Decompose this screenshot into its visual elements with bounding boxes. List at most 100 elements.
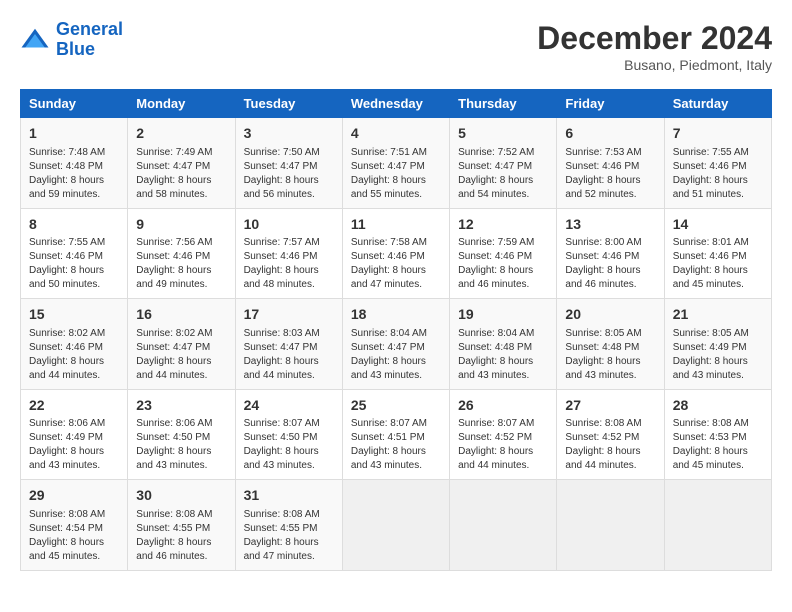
calendar-table: SundayMondayTuesdayWednesdayThursdayFrid… [20, 89, 772, 571]
day-info: Sunrise: 8:08 AMSunset: 4:52 PMDaylight:… [565, 417, 655, 473]
day-info: Sunrise: 7:52 AMSunset: 4:47 PMDaylight:… [458, 146, 548, 202]
day-number: 24 [244, 396, 334, 416]
day-info: Sunrise: 7:59 AMSunset: 4:46 PMDaylight:… [458, 236, 548, 292]
calendar-cell: 21Sunrise: 8:05 AMSunset: 4:49 PMDayligh… [664, 299, 771, 390]
calendar-cell: 5Sunrise: 7:52 AMSunset: 4:47 PMDaylight… [450, 118, 557, 209]
calendar-cell: 15Sunrise: 8:02 AMSunset: 4:46 PMDayligh… [21, 299, 128, 390]
column-header-monday: Monday [128, 90, 235, 118]
header-row: SundayMondayTuesdayWednesdayThursdayFrid… [21, 90, 772, 118]
column-header-tuesday: Tuesday [235, 90, 342, 118]
calendar-week-3: 15Sunrise: 8:02 AMSunset: 4:46 PMDayligh… [21, 299, 772, 390]
day-info: Sunrise: 7:58 AMSunset: 4:46 PMDaylight:… [351, 236, 441, 292]
calendar-cell: 9Sunrise: 7:56 AMSunset: 4:46 PMDaylight… [128, 208, 235, 299]
calendar-cell: 6Sunrise: 7:53 AMSunset: 4:46 PMDaylight… [557, 118, 664, 209]
calendar-cell: 7Sunrise: 7:55 AMSunset: 4:46 PMDaylight… [664, 118, 771, 209]
calendar-cell: 24Sunrise: 8:07 AMSunset: 4:50 PMDayligh… [235, 389, 342, 480]
day-number: 12 [458, 215, 548, 235]
day-info: Sunrise: 7:51 AMSunset: 4:47 PMDaylight:… [351, 146, 441, 202]
day-info: Sunrise: 8:04 AMSunset: 4:47 PMDaylight:… [351, 327, 441, 383]
calendar-cell [557, 480, 664, 571]
day-number: 15 [29, 305, 119, 325]
column-header-thursday: Thursday [450, 90, 557, 118]
column-header-wednesday: Wednesday [342, 90, 449, 118]
day-number: 3 [244, 124, 334, 144]
day-info: Sunrise: 7:48 AMSunset: 4:48 PMDaylight:… [29, 146, 119, 202]
calendar-week-5: 29Sunrise: 8:08 AMSunset: 4:54 PMDayligh… [21, 480, 772, 571]
calendar-cell: 8Sunrise: 7:55 AMSunset: 4:46 PMDaylight… [21, 208, 128, 299]
day-number: 20 [565, 305, 655, 325]
day-info: Sunrise: 8:05 AMSunset: 4:49 PMDaylight:… [673, 327, 763, 383]
day-info: Sunrise: 8:05 AMSunset: 4:48 PMDaylight:… [565, 327, 655, 383]
calendar-cell: 14Sunrise: 8:01 AMSunset: 4:46 PMDayligh… [664, 208, 771, 299]
calendar-cell: 23Sunrise: 8:06 AMSunset: 4:50 PMDayligh… [128, 389, 235, 480]
logo: General Blue [20, 20, 123, 60]
day-info: Sunrise: 7:50 AMSunset: 4:47 PMDaylight:… [244, 146, 334, 202]
calendar-cell: 30Sunrise: 8:08 AMSunset: 4:55 PMDayligh… [128, 480, 235, 571]
day-number: 14 [673, 215, 763, 235]
day-info: Sunrise: 8:06 AMSunset: 4:50 PMDaylight:… [136, 417, 226, 473]
calendar-cell: 20Sunrise: 8:05 AMSunset: 4:48 PMDayligh… [557, 299, 664, 390]
title-block: December 2024 Busano, Piedmont, Italy [537, 20, 772, 73]
logo-text: General Blue [56, 20, 123, 60]
day-info: Sunrise: 7:53 AMSunset: 4:46 PMDaylight:… [565, 146, 655, 202]
day-number: 13 [565, 215, 655, 235]
calendar-cell: 2Sunrise: 7:49 AMSunset: 4:47 PMDaylight… [128, 118, 235, 209]
calendar-cell: 3Sunrise: 7:50 AMSunset: 4:47 PMDaylight… [235, 118, 342, 209]
day-number: 27 [565, 396, 655, 416]
day-number: 2 [136, 124, 226, 144]
day-number: 18 [351, 305, 441, 325]
day-number: 7 [673, 124, 763, 144]
calendar-cell: 28Sunrise: 8:08 AMSunset: 4:53 PMDayligh… [664, 389, 771, 480]
day-number: 10 [244, 215, 334, 235]
day-number: 11 [351, 215, 441, 235]
day-info: Sunrise: 8:07 AMSunset: 4:50 PMDaylight:… [244, 417, 334, 473]
calendar-cell: 12Sunrise: 7:59 AMSunset: 4:46 PMDayligh… [450, 208, 557, 299]
logo-icon [20, 25, 50, 55]
calendar-cell: 10Sunrise: 7:57 AMSunset: 4:46 PMDayligh… [235, 208, 342, 299]
day-number: 25 [351, 396, 441, 416]
calendar-cell: 27Sunrise: 8:08 AMSunset: 4:52 PMDayligh… [557, 389, 664, 480]
calendar-week-2: 8Sunrise: 7:55 AMSunset: 4:46 PMDaylight… [21, 208, 772, 299]
day-number: 30 [136, 486, 226, 506]
day-info: Sunrise: 8:07 AMSunset: 4:52 PMDaylight:… [458, 417, 548, 473]
page-title: December 2024 [537, 20, 772, 57]
calendar-cell: 18Sunrise: 8:04 AMSunset: 4:47 PMDayligh… [342, 299, 449, 390]
day-info: Sunrise: 7:57 AMSunset: 4:46 PMDaylight:… [244, 236, 334, 292]
day-number: 5 [458, 124, 548, 144]
day-info: Sunrise: 8:04 AMSunset: 4:48 PMDaylight:… [458, 327, 548, 383]
calendar-cell [450, 480, 557, 571]
day-number: 4 [351, 124, 441, 144]
day-info: Sunrise: 8:08 AMSunset: 4:54 PMDaylight:… [29, 508, 119, 564]
calendar-week-1: 1Sunrise: 7:48 AMSunset: 4:48 PMDaylight… [21, 118, 772, 209]
day-number: 17 [244, 305, 334, 325]
day-info: Sunrise: 8:08 AMSunset: 4:53 PMDaylight:… [673, 417, 763, 473]
calendar-cell: 31Sunrise: 8:08 AMSunset: 4:55 PMDayligh… [235, 480, 342, 571]
calendar-header: SundayMondayTuesdayWednesdayThursdayFrid… [21, 90, 772, 118]
calendar-cell: 25Sunrise: 8:07 AMSunset: 4:51 PMDayligh… [342, 389, 449, 480]
calendar-cell: 13Sunrise: 8:00 AMSunset: 4:46 PMDayligh… [557, 208, 664, 299]
day-number: 29 [29, 486, 119, 506]
day-number: 6 [565, 124, 655, 144]
day-info: Sunrise: 8:02 AMSunset: 4:46 PMDaylight:… [29, 327, 119, 383]
day-info: Sunrise: 8:08 AMSunset: 4:55 PMDaylight:… [244, 508, 334, 564]
day-number: 16 [136, 305, 226, 325]
calendar-cell: 26Sunrise: 8:07 AMSunset: 4:52 PMDayligh… [450, 389, 557, 480]
day-info: Sunrise: 8:03 AMSunset: 4:47 PMDaylight:… [244, 327, 334, 383]
calendar-cell: 17Sunrise: 8:03 AMSunset: 4:47 PMDayligh… [235, 299, 342, 390]
day-number: 1 [29, 124, 119, 144]
day-info: Sunrise: 8:02 AMSunset: 4:47 PMDaylight:… [136, 327, 226, 383]
day-info: Sunrise: 8:00 AMSunset: 4:46 PMDaylight:… [565, 236, 655, 292]
column-header-saturday: Saturday [664, 90, 771, 118]
calendar-cell: 29Sunrise: 8:08 AMSunset: 4:54 PMDayligh… [21, 480, 128, 571]
calendar-cell: 4Sunrise: 7:51 AMSunset: 4:47 PMDaylight… [342, 118, 449, 209]
calendar-cell: 1Sunrise: 7:48 AMSunset: 4:48 PMDaylight… [21, 118, 128, 209]
day-number: 19 [458, 305, 548, 325]
day-info: Sunrise: 7:55 AMSunset: 4:46 PMDaylight:… [673, 146, 763, 202]
day-number: 22 [29, 396, 119, 416]
page-subtitle: Busano, Piedmont, Italy [537, 57, 772, 73]
day-info: Sunrise: 8:08 AMSunset: 4:55 PMDaylight:… [136, 508, 226, 564]
day-info: Sunrise: 8:01 AMSunset: 4:46 PMDaylight:… [673, 236, 763, 292]
calendar-cell: 16Sunrise: 8:02 AMSunset: 4:47 PMDayligh… [128, 299, 235, 390]
calendar-cell: 11Sunrise: 7:58 AMSunset: 4:46 PMDayligh… [342, 208, 449, 299]
calendar-cell [664, 480, 771, 571]
